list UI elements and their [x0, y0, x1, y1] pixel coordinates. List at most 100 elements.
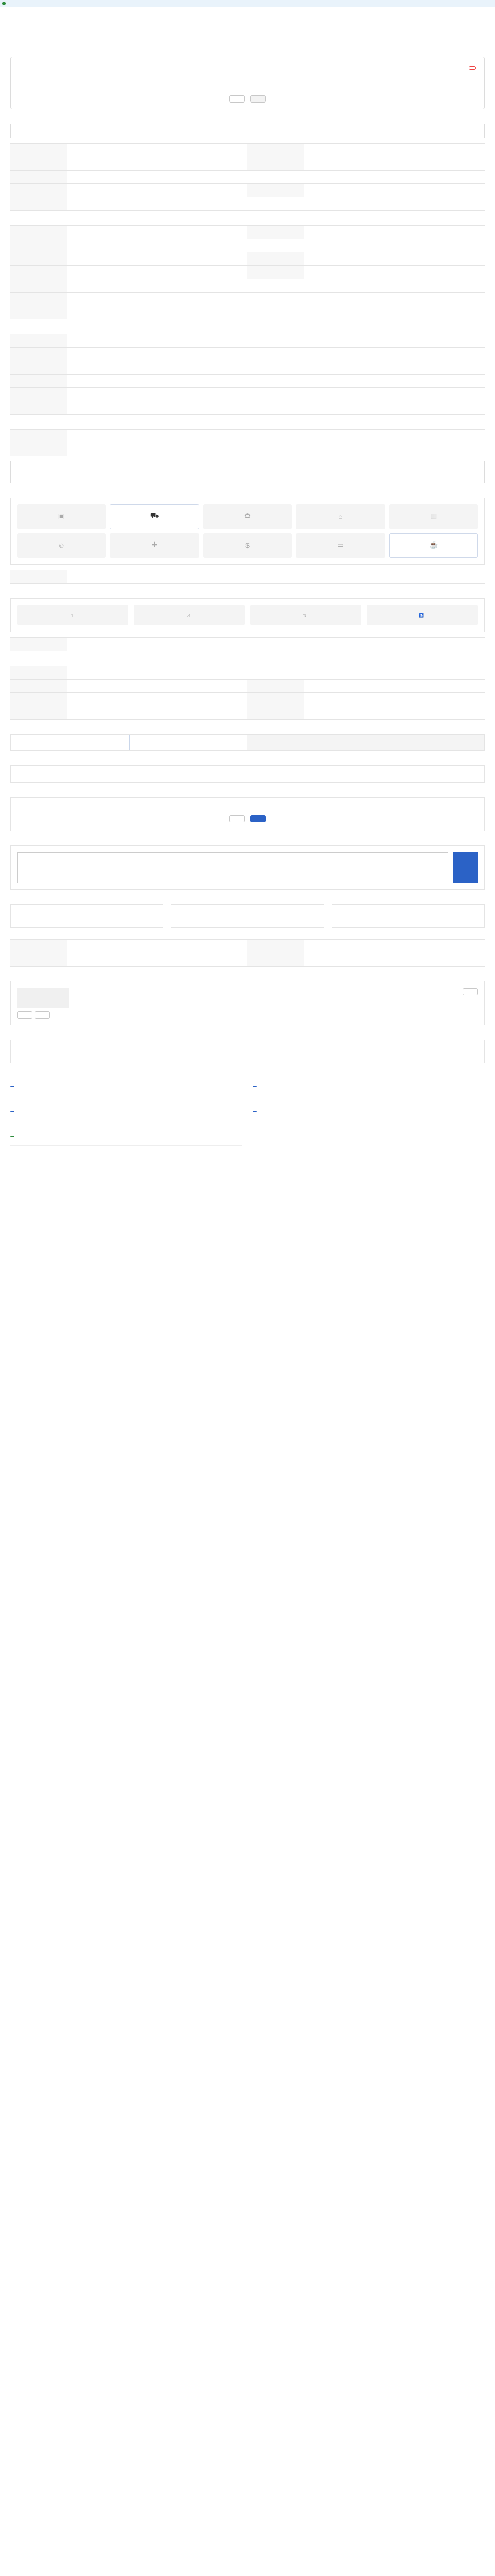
facility-item: ⇅ — [250, 605, 361, 625]
inquiry-form-button[interactable] — [250, 815, 266, 822]
row-key — [248, 679, 304, 693]
row-value — [304, 679, 485, 693]
row-value — [67, 570, 485, 584]
row-value — [67, 692, 248, 706]
recommend-header — [10, 1108, 242, 1113]
row-value — [67, 953, 248, 967]
row-value — [67, 637, 485, 651]
recommend-tag — [253, 1111, 257, 1112]
page-bottom-spacer — [10, 1146, 485, 1177]
company-logo-block — [17, 988, 69, 1019]
row-value — [304, 183, 485, 197]
row-value — [304, 265, 485, 279]
table-row — [10, 252, 485, 266]
recommend-item[interactable] — [253, 1103, 485, 1121]
recommend-item[interactable] — [10, 1078, 242, 1096]
row-value — [67, 443, 485, 456]
utility-nav — [0, 7, 495, 19]
row-key — [248, 252, 304, 266]
row-key — [10, 170, 67, 184]
other-table — [10, 429, 485, 456]
section-tabs — [0, 39, 495, 50]
row-key — [10, 361, 67, 375]
apply-button[interactable] — [229, 95, 245, 103]
row-value — [304, 252, 485, 266]
table-row — [10, 429, 485, 443]
recommend-item[interactable] — [10, 1103, 242, 1121]
row-key — [10, 334, 67, 348]
stat-card — [331, 904, 485, 928]
home-icon: ⌂ — [338, 512, 343, 520]
box-icon: ▣ — [58, 512, 65, 520]
scrap-button[interactable] — [250, 95, 266, 103]
row-key — [10, 374, 67, 388]
company-action-button[interactable] — [17, 1011, 32, 1019]
row-key — [248, 939, 304, 953]
row-value — [67, 197, 485, 211]
recommend-item[interactable] — [253, 1078, 485, 1096]
main-content: ▣ ⛟ ✿ ⌂ ▦ ☺ ✚ $ ▭ ☕ ▯ ◿ ⇅ ♿ — [0, 57, 495, 1177]
recommend-item[interactable] — [10, 1127, 242, 1146]
facility-item: ◿ — [134, 605, 245, 625]
welfare-item: ✿ — [203, 504, 292, 529]
table-row — [10, 170, 485, 184]
row-key — [10, 143, 67, 157]
stat-card — [171, 904, 324, 928]
row-key — [10, 666, 67, 680]
welfare-item: ☺ — [17, 533, 106, 558]
process-steps — [10, 734, 485, 751]
apply-info — [10, 765, 485, 783]
row-value — [67, 157, 248, 171]
row-key — [10, 939, 67, 953]
welfare-grid: ▣ ⛟ ✿ ⌂ ▦ ☺ ✚ $ ▭ ☕ — [10, 498, 485, 565]
table-row — [10, 334, 485, 348]
job-actions — [19, 95, 476, 103]
row-key — [10, 570, 67, 584]
company-homepage-button[interactable] — [463, 988, 478, 995]
job-summary — [19, 77, 476, 86]
table-row — [10, 706, 485, 720]
monitor-icon: ▭ — [337, 540, 344, 549]
company-action-button[interactable] — [35, 1011, 50, 1019]
facility-grid: ▯ ◿ ⇅ ♿ — [10, 598, 485, 632]
row-value — [67, 265, 248, 279]
table-row — [10, 387, 485, 401]
phone-inquiry-button[interactable] — [229, 815, 245, 822]
process-step — [248, 735, 366, 750]
row-value — [67, 666, 485, 680]
row-value — [67, 429, 485, 443]
row-key — [10, 197, 67, 211]
summary-block — [19, 77, 240, 79]
recommend-tag — [10, 1111, 14, 1112]
door-icon: ▯ — [70, 613, 73, 618]
summary-block — [255, 77, 476, 79]
table-row — [10, 637, 485, 651]
row-key — [10, 239, 67, 252]
row-key — [248, 706, 304, 720]
welfare-item: ⛟ — [110, 504, 199, 529]
table-row — [10, 361, 485, 375]
row-key — [10, 443, 67, 456]
row-key — [10, 252, 67, 266]
elevator-icon: ⇅ — [303, 613, 307, 618]
send-inquiry-button[interactable] — [453, 852, 478, 883]
row-key — [10, 292, 67, 306]
row-value — [304, 225, 485, 239]
row-key — [10, 225, 67, 239]
table-row — [10, 197, 485, 211]
welfare-item: $ — [203, 533, 292, 558]
job-description — [10, 124, 485, 138]
row-key — [10, 387, 67, 401]
table-row — [10, 401, 485, 415]
row-value — [304, 706, 485, 720]
row-value — [67, 387, 485, 401]
contact-box — [10, 797, 485, 831]
row-value — [67, 292, 485, 306]
page: ▣ ⛟ ✿ ⌂ ▦ ☺ ✚ $ ▭ ☕ ▯ ◿ ⇅ ♿ — [0, 0, 495, 1177]
row-value — [67, 361, 485, 375]
inquiry-textarea[interactable] — [17, 852, 448, 883]
row-value — [67, 306, 485, 319]
conditions-table — [10, 225, 485, 319]
recommend-header — [10, 1132, 242, 1138]
welfare-item: ▣ — [17, 504, 106, 529]
